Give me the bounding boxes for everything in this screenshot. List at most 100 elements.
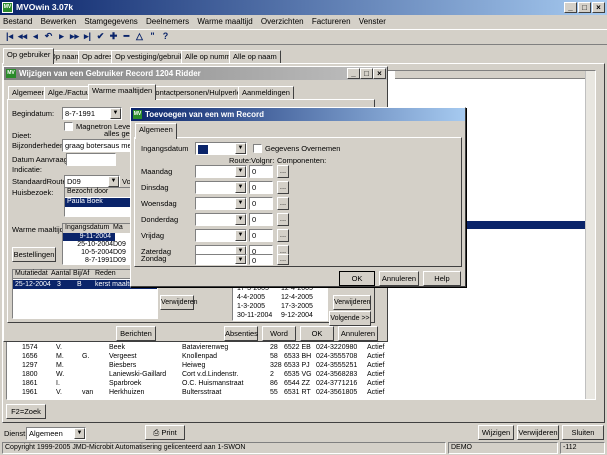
chevron-down-icon[interactable]: ▼ [235, 143, 246, 154]
route-select-donderdag[interactable]: ▼ [195, 213, 247, 226]
verwijderen-mutatie-button[interactable]: Verwijderen [160, 295, 198, 310]
menu-venster[interactable]: Venster [356, 15, 389, 29]
f2-zoek-button[interactable]: F2=Zoek [6, 404, 46, 419]
list-header [395, 71, 595, 79]
table-row[interactable]: 8-7-1991 D09 [63, 257, 131, 265]
day-label-maandag: Maandag [141, 167, 173, 176]
huisbezoek-list[interactable]: Bezocht door Paula Boek [64, 187, 134, 217]
volgnr-field-dinsdag[interactable]: 0 [249, 181, 273, 194]
edit-maximize-icon[interactable]: □ [360, 68, 373, 79]
wm-ok-button[interactable]: OK [339, 271, 375, 286]
route-header: Route: [229, 156, 252, 165]
first-icon[interactable]: |◂ [4, 30, 15, 42]
begindatum-field[interactable]: 8-7-1991 ▼ [62, 107, 122, 120]
edit-ok-button[interactable]: OK [300, 326, 334, 341]
absentie-table[interactable]: 17-3-2005 12-4-2005 4-4-2005 12-4-2005 1-3… [232, 281, 328, 321]
sluiten-button[interactable]: Sluiten [562, 425, 604, 440]
tab-warme-maaltijden[interactable]: Warme maaltijden [88, 84, 157, 100]
verwijderen-button[interactable]: Verwijderen [517, 425, 559, 440]
prev-icon[interactable]: ◂ [30, 30, 41, 42]
componenten-button-vrijdag[interactable]: ... [277, 229, 289, 242]
chevron-down-icon[interactable]: ▼ [108, 176, 119, 187]
menu-overzichten[interactable]: Overzichten [258, 15, 307, 29]
volgnr-field-zondag[interactable]: 0 [249, 254, 273, 265]
chevron-down-icon[interactable]: ▼ [235, 255, 246, 264]
componenten-button-zondag[interactable]: ... [277, 254, 289, 265]
bijzonderheden-field[interactable]: graag botersaus met ge [62, 139, 132, 152]
menu-bewerken[interactable]: Bewerken [38, 15, 80, 29]
dienst-select[interactable]: Algemeen ▼ [26, 427, 86, 440]
bestellingen-button[interactable]: Bestellingen [12, 247, 56, 262]
volgende-button[interactable]: Volgende >> [329, 311, 371, 326]
word-button[interactable]: Word [262, 326, 296, 341]
add-icon[interactable]: ✚ [108, 30, 119, 42]
route-select-maandag[interactable]: ▼ [195, 165, 247, 178]
tab-op-gebruiker[interactable]: Op gebruiker [3, 48, 55, 64]
route-select-woensdag[interactable]: ▼ [195, 197, 247, 210]
menu-deelnemers[interactable]: Deelnemers [143, 15, 192, 29]
table-row[interactable]: 10-5-2004 D09 [63, 249, 131, 257]
tab-aanmeldingen[interactable]: Aanmeldingen [238, 86, 294, 100]
chevron-down-icon[interactable]: ▼ [235, 214, 246, 225]
list-item[interactable]: Paula Boek [65, 198, 133, 207]
day-label-woensdag: Woensdag [141, 199, 177, 208]
edit-dialog-title-bar: MV Wijzigen van een Gebruiker Record 120… [4, 67, 387, 80]
list-scrollbar[interactable] [585, 71, 595, 399]
datum-aanvraag-field[interactable] [66, 153, 116, 166]
componenten-button-donderdag[interactable]: ... [277, 213, 289, 226]
day-label-vrijdag: Vrijdag [141, 231, 165, 240]
close-icon[interactable]: × [592, 2, 605, 13]
undo-icon[interactable]: ↶ [43, 30, 54, 42]
berichten-button[interactable]: Berichten [116, 326, 156, 341]
volgnr-field-donderdag[interactable]: 0 [249, 213, 273, 226]
chevron-down-icon[interactable]: ▼ [235, 198, 246, 209]
volgnr-field-woensdag[interactable]: 0 [249, 197, 273, 210]
menu-warme-maaltijd[interactable]: Warme maaltijd [194, 15, 255, 29]
print-button[interactable]: ⎙ Print [145, 425, 185, 440]
table-row[interactable]: 25-10-2004 D09 [63, 241, 131, 249]
check-icon[interactable]: ✔ [95, 30, 106, 42]
wijzigen-button[interactable]: Wijzigen [478, 425, 514, 440]
menu-stamgegevens[interactable]: Stamgegevens [81, 15, 140, 29]
componenten-button-dinsdag[interactable]: ... [277, 181, 289, 194]
up-icon[interactable]: △ [134, 30, 145, 42]
edit-close-icon[interactable]: × [373, 68, 386, 79]
table-row[interactable]: 9-11-2004 [63, 233, 115, 241]
dieet-label: Dieet: [12, 131, 32, 140]
wm-annuleren-button[interactable]: Annuleren [379, 271, 419, 286]
route-select-vrijdag[interactable]: ▼ [195, 229, 247, 242]
maximize-icon[interactable]: □ [578, 2, 591, 13]
help-icon[interactable]: ? [160, 30, 171, 42]
verwijderen-absentie-button[interactable]: Verwijderen [333, 295, 371, 310]
last-icon[interactable]: ▸| [82, 30, 93, 42]
chevron-down-icon[interactable]: ▼ [110, 108, 121, 119]
absenties-button[interactable]: Absenties [224, 326, 258, 341]
route-select-dinsdag[interactable]: ▼ [195, 181, 247, 194]
tab-alle-op-naam[interactable]: Alle op naam [229, 50, 281, 64]
componenten-button-maandag[interactable]: ... [277, 165, 289, 178]
minimize-icon[interactable]: _ [564, 2, 577, 13]
chevron-down-icon[interactable]: ▼ [235, 166, 246, 177]
gegevens-overnemen-checkbox[interactable] [253, 144, 262, 153]
tab-wm-algemeen[interactable]: Algemeen [135, 123, 177, 139]
chevron-down-icon[interactable]: ▼ [235, 230, 246, 241]
componenten-button-woensdag[interactable]: ... [277, 197, 289, 210]
edit-annuleren-button[interactable]: Annuleren [338, 326, 378, 341]
next-page-icon[interactable]: ▸▸ [69, 30, 80, 42]
chevron-down-icon[interactable]: ▼ [235, 182, 246, 193]
volgnr-field-vrijdag[interactable]: 0 [249, 229, 273, 242]
ingangsdatum-field[interactable]: ▼ [195, 142, 247, 155]
warme-maaltijd-table[interactable]: Ingangsdatum Ma 9-11-2004 25-10-2004 D09 1… [62, 223, 132, 265]
volgnr-field-maandag[interactable]: 0 [249, 165, 273, 178]
chevron-down-icon[interactable]: ▼ [74, 428, 85, 439]
menu-factureren[interactable]: Factureren [309, 15, 354, 29]
quote-icon[interactable]: " [147, 30, 158, 42]
route-select-zondag[interactable]: ▼ [195, 254, 247, 265]
wm-help-button[interactable]: Help [423, 271, 461, 286]
menu-bestand[interactable]: Bestand [0, 15, 35, 29]
delete-icon[interactable]: ━ [121, 30, 132, 42]
magnetron-checkbox[interactable] [64, 122, 73, 131]
edit-minimize-icon[interactable]: _ [347, 68, 360, 79]
prev-page-icon[interactable]: ◂◂ [17, 30, 28, 42]
next-icon[interactable]: ▸ [56, 30, 67, 42]
